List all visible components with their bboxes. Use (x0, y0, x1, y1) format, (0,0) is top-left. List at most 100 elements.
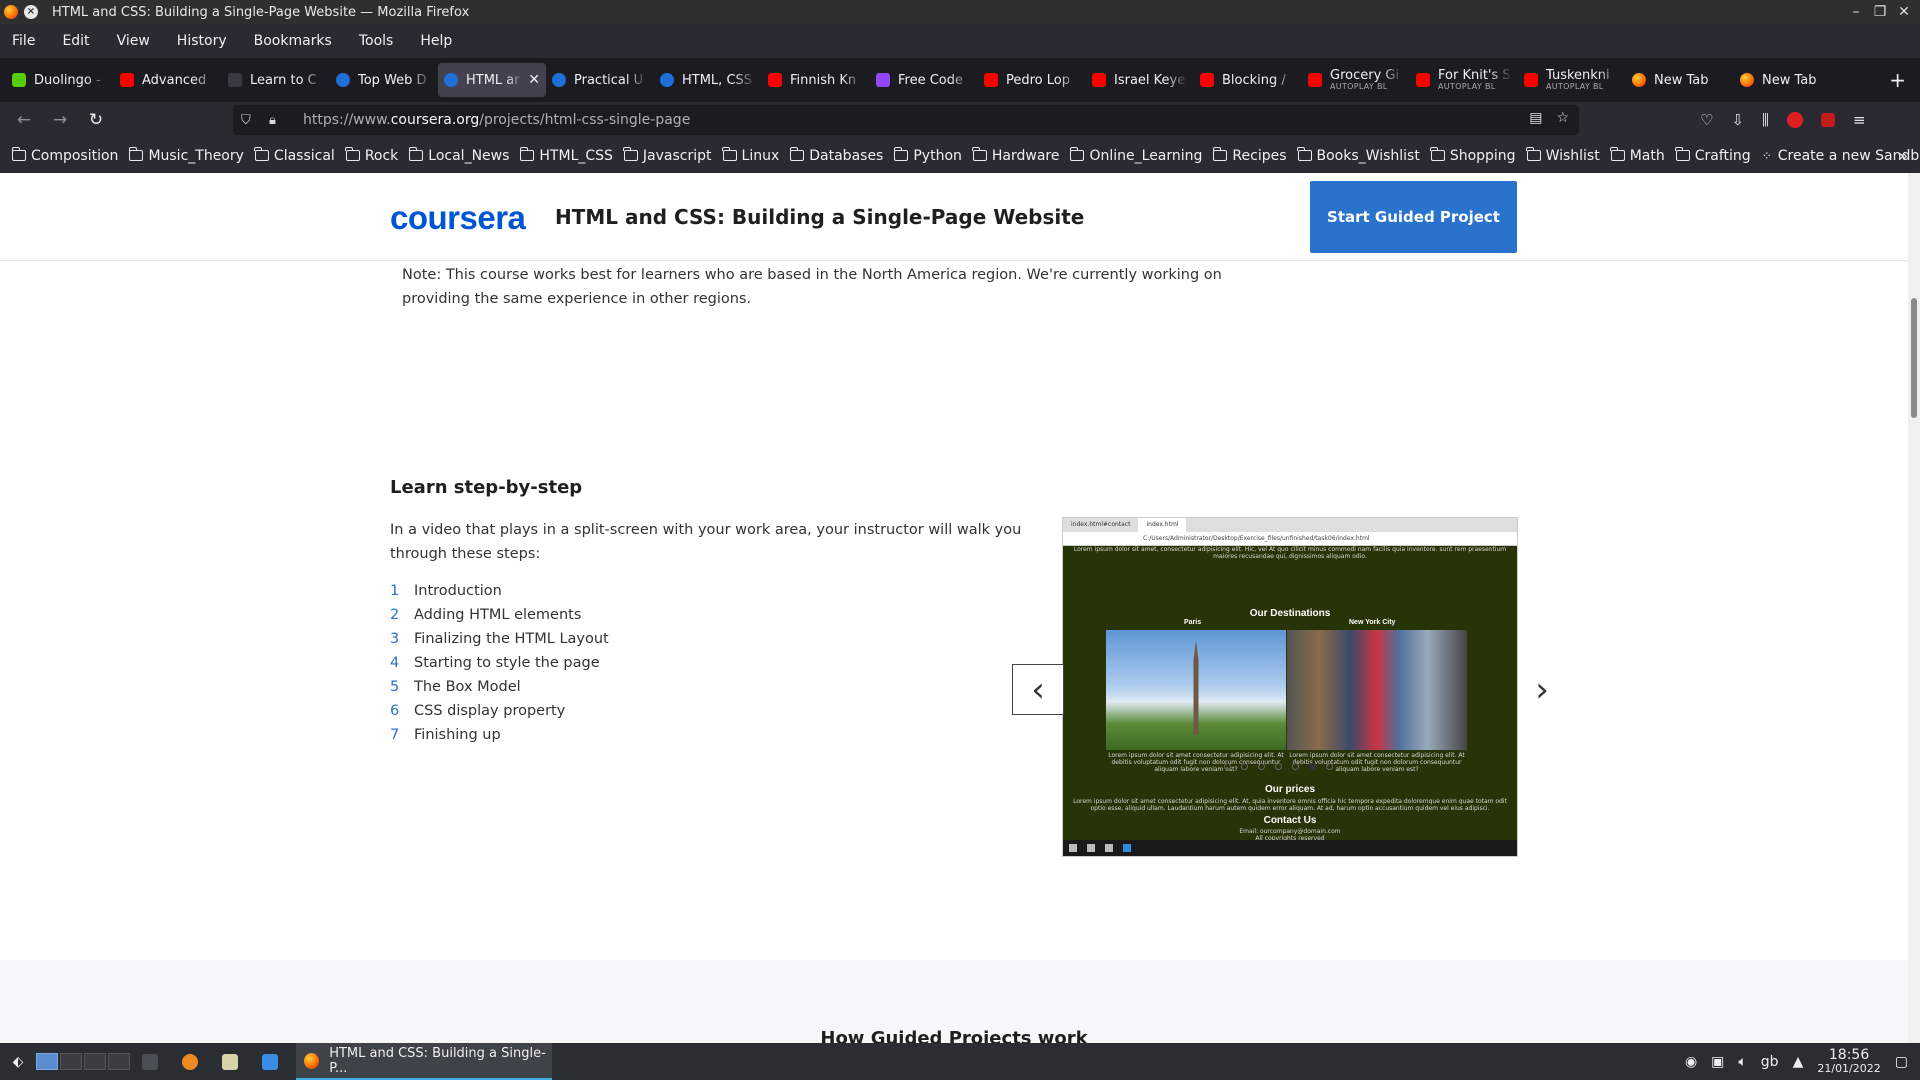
tab[interactable]: Tuskenkni AUTOPLAY BL (1518, 63, 1626, 97)
shield-icon[interactable]: ⛉ (241, 113, 261, 128)
tab[interactable]: For Knit's S AUTOPLAY BL (1410, 63, 1518, 97)
menu-tools[interactable]: Tools (359, 33, 394, 49)
tab[interactable]: Pedro Lop (978, 63, 1086, 97)
tab[interactable]: Learn to C (222, 63, 330, 97)
menu-edit[interactable]: Edit (62, 33, 89, 49)
bookmark-folder[interactable]: Classical (254, 147, 335, 164)
carousel-dot[interactable] (1326, 763, 1333, 770)
bookmark-folder[interactable]: Math (1610, 147, 1665, 164)
files-icon[interactable] (210, 1053, 250, 1070)
desktop-1[interactable] (36, 1053, 58, 1070)
tab[interactable]: Free Code (870, 63, 978, 97)
show-desktop-icon[interactable]: ▢ (1895, 1054, 1908, 1070)
bookmark-folder[interactable]: Rock (345, 147, 399, 164)
reader-view-icon[interactable]: ▤ (1529, 110, 1542, 126)
tab[interactable]: Grocery Gi AUTOPLAY BL (1302, 63, 1410, 97)
carousel-dot[interactable] (1258, 763, 1265, 770)
tab[interactable]: New Tab (1626, 63, 1734, 97)
downloads-icon[interactable]: ⇩ (1731, 111, 1744, 129)
menu-view[interactable]: View (117, 33, 150, 49)
more-bookmarks-chevron-icon[interactable]: » (1898, 146, 1908, 165)
youtube-extension-icon[interactable] (1786, 112, 1803, 128)
tray-expand-icon[interactable]: ▲ (1793, 1054, 1804, 1070)
extension-icon[interactable] (1820, 113, 1835, 127)
bookmark-folder[interactable]: Local_News (408, 147, 509, 164)
close-window-icon[interactable]: ✕ (1892, 0, 1916, 24)
carousel-dot[interactable] (1292, 763, 1299, 770)
tab[interactable]: Blocking / (1194, 63, 1302, 97)
url-text[interactable]: https://www.coursera.org/projects/html-c… (303, 112, 690, 128)
desktop-4[interactable] (108, 1053, 130, 1070)
bookmark-folder[interactable]: Music_Theory (128, 147, 244, 164)
carousel-dot-active[interactable] (1309, 763, 1316, 770)
clipboard-icon[interactable]: ▣ (1711, 1054, 1724, 1070)
bookmark-folder[interactable]: Recipes (1212, 147, 1287, 164)
tab-label: Learn to C (250, 72, 317, 88)
desktop-3[interactable] (84, 1053, 106, 1070)
desktop-2[interactable] (60, 1053, 82, 1070)
library-icon[interactable]: ⫼ (1762, 111, 1769, 129)
bookmark-folder[interactable]: Crafting (1675, 147, 1751, 164)
address-bar[interactable]: ⛉ 🔒︎ https://www.coursera.org/projects/h… (233, 105, 1579, 135)
bookmark-folder[interactable]: Javascript (623, 147, 712, 164)
hamburger-menu-icon[interactable]: ≡ (1853, 111, 1866, 129)
bookmark-folder[interactable]: Online_Learning (1069, 147, 1202, 164)
carousel-dot[interactable] (1241, 763, 1248, 770)
clock[interactable]: 18:56 21/01/2022 (1817, 1048, 1880, 1076)
pocket-icon[interactable]: ♡ (1700, 111, 1713, 129)
taskbar-firefox-window[interactable]: HTML and CSS: Building a Single-P... (296, 1043, 552, 1080)
tab[interactable]: Advanced (114, 63, 222, 97)
bookmark-folder[interactable]: Linux (722, 147, 779, 164)
bookmark-label: Classical (273, 147, 335, 164)
menu-help[interactable]: Help (420, 33, 452, 49)
tab[interactable]: Finnish Kn (762, 63, 870, 97)
desktop-pager[interactable] (36, 1053, 130, 1070)
bookmark-label: Rock (364, 147, 399, 164)
menu-file[interactable]: File (12, 33, 35, 49)
carousel-dot[interactable] (1224, 763, 1231, 770)
tab[interactable]: Israel Keye (1086, 63, 1194, 97)
volume-icon[interactable]: 🔈︎ (1738, 1054, 1746, 1070)
terminal-icon[interactable] (130, 1053, 170, 1070)
reload-icon[interactable]: ↻ (78, 110, 114, 130)
web-page: coursera HTML and CSS: Building a Single… (0, 173, 1908, 1043)
scrollbar-thumb[interactable] (1911, 298, 1917, 418)
tab-active[interactable]: HTML ar ✕ (438, 63, 546, 97)
bookmark-folder[interactable]: Shopping (1430, 147, 1516, 164)
minimize-icon[interactable]: – (1844, 0, 1868, 24)
new-tab-plus-icon[interactable]: + (1889, 68, 1906, 92)
coursera-logo[interactable]: coursera (390, 199, 526, 237)
close-circle-icon[interactable]: × (24, 5, 38, 19)
bookmark-folder[interactable]: Hardware (972, 147, 1059, 164)
menu-history[interactable]: History (177, 33, 227, 49)
bookmark-folder[interactable]: HTML_CSS (519, 147, 613, 164)
network-icon[interactable]: ◉ (1685, 1054, 1697, 1070)
back-arrow-icon[interactable]: ← (6, 110, 42, 130)
bookmark-sandbox[interactable]: ⁘Create a new Sandbo... (1762, 148, 1920, 164)
bookmark-folder[interactable]: Composition (11, 147, 118, 164)
bookmark-folder[interactable]: Databases (789, 147, 883, 164)
bookmark-folder[interactable]: Wishlist (1526, 147, 1600, 164)
keyboard-layout[interactable]: gb (1761, 1054, 1779, 1070)
carousel-next-button[interactable]: › (1522, 664, 1562, 715)
tab[interactable]: Top Web D (330, 63, 438, 97)
tab[interactable]: New Tab (1734, 63, 1842, 97)
menu-bookmarks[interactable]: Bookmarks (254, 33, 332, 49)
carousel-dot[interactable] (1275, 763, 1282, 770)
bookmark-folder[interactable]: Python (893, 147, 962, 164)
carousel-prev-button[interactable]: ‹ (1012, 664, 1064, 715)
tab[interactable]: HTML, CSS (654, 63, 762, 97)
bookmark-star-icon[interactable]: ☆ (1556, 110, 1569, 126)
tab[interactable]: Duolingo - (6, 63, 114, 97)
bookmark-folder[interactable]: Books_Wishlist (1297, 147, 1420, 164)
launcher-orange-icon[interactable] (170, 1053, 210, 1070)
close-tab-icon[interactable]: ✕ (528, 72, 540, 88)
app-launcher-icon[interactable]: ⬖ (0, 1054, 36, 1070)
forward-arrow-icon[interactable]: → (42, 110, 78, 130)
maximize-icon[interactable]: ❐ (1868, 0, 1892, 24)
lock-icon[interactable]: 🔒︎ (269, 113, 289, 128)
file-manager-icon[interactable] (250, 1053, 290, 1070)
start-guided-project-button[interactable]: Start Guided Project (1310, 181, 1517, 253)
page-scrollbar[interactable] (1908, 173, 1920, 1043)
tab[interactable]: Practical U (546, 63, 654, 97)
